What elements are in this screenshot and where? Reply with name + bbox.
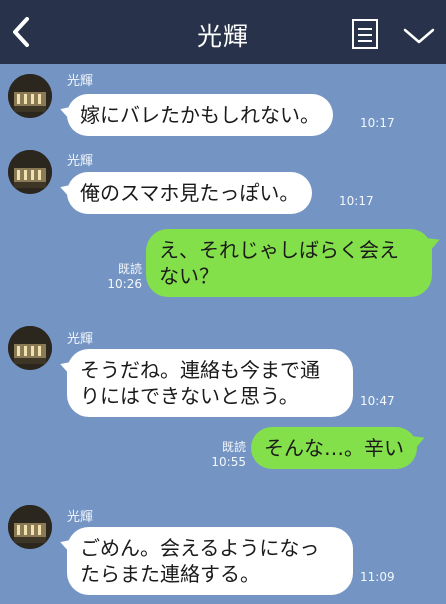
read-label: 既読 xyxy=(221,440,246,454)
message-line: 俺のスマホ見たっぽい。 xyxy=(80,181,300,205)
message-bubble[interactable]: そんな…。辛い xyxy=(251,427,417,469)
message-bubble[interactable]: え、それじゃしばらく会え ない？ xyxy=(146,229,432,297)
message-line: そんな…。辛い xyxy=(264,436,404,460)
avatar[interactable] xyxy=(8,505,52,549)
message-line: そうだね。連絡も今まで通 xyxy=(80,358,320,382)
chat-title: 光輝 xyxy=(196,22,249,51)
message-time: 10:17 xyxy=(339,194,374,208)
chevron-down-icon[interactable] xyxy=(402,26,436,46)
read-receipt: 既読 10:26 xyxy=(106,262,142,292)
message-time: 11:09 xyxy=(360,570,395,584)
sender-name: 光輝 xyxy=(67,154,94,169)
message-time: 10:55 xyxy=(211,455,246,469)
message-time: 10:17 xyxy=(360,116,395,130)
message-time: 10:47 xyxy=(360,394,395,408)
message-list[interactable]: 光輝 嫁にバレたかもしれない。 10:17 光輝 俺のスマホ見たっぽい。 10:… xyxy=(0,64,446,604)
message-line: たらまた連絡する。 xyxy=(80,562,260,586)
message-line: りにはできないと思う。 xyxy=(80,384,299,408)
message-line: ごめん。会えるようになっ xyxy=(80,536,320,560)
message-bubble[interactable]: そうだね。連絡も今まで通 りにはできないと思う。 xyxy=(67,349,353,417)
avatar[interactable] xyxy=(8,74,52,118)
read-label: 既読 xyxy=(117,262,142,276)
sender-name: 光輝 xyxy=(67,74,94,89)
chat-header: 光輝 xyxy=(0,0,446,64)
avatar[interactable] xyxy=(8,150,52,194)
read-receipt: 既読 10:55 xyxy=(210,440,246,470)
message-line: ない？ xyxy=(159,264,219,288)
message-bubble[interactable]: ごめん。会えるようになっ たらまた連絡する。 xyxy=(67,527,353,595)
note-list-icon[interactable] xyxy=(351,18,379,50)
sender-name: 光輝 xyxy=(67,510,94,525)
sender-name: 光輝 xyxy=(67,332,94,347)
message-line: え、それじゃしばらく会え xyxy=(159,238,399,262)
message-bubble[interactable]: 俺のスマホ見たっぽい。 xyxy=(67,172,313,214)
message-bubble[interactable]: 嫁にバレたかもしれない。 xyxy=(67,94,333,136)
avatar[interactable] xyxy=(8,326,52,370)
message-line: 嫁にバレたかもしれない。 xyxy=(80,103,320,127)
message-time: 10:26 xyxy=(107,277,142,291)
